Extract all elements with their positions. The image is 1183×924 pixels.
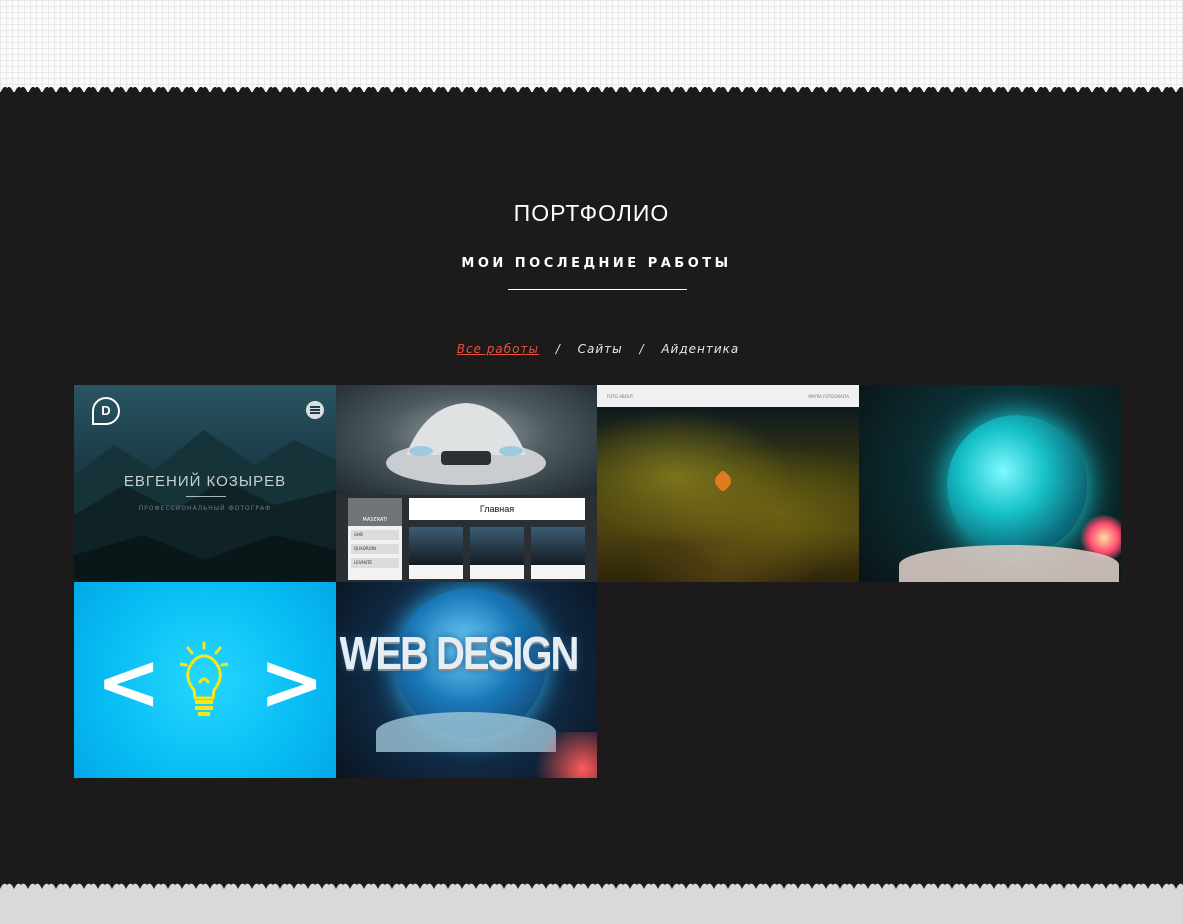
right-bracket-icon: >: [259, 638, 325, 728]
web-design-text: WEB DESIGN: [339, 628, 580, 680]
tile-divider: [186, 496, 226, 497]
menu-icon: [306, 401, 324, 419]
moss-image: [597, 407, 859, 582]
car-shape: [386, 403, 546, 485]
bottom-band: [0, 889, 1183, 924]
car-thumb: [409, 527, 463, 579]
filter-identity[interactable]: Айдентика: [661, 342, 739, 356]
zigzag-bottom-border: [0, 879, 1183, 889]
side-menu-item: LEVANTE: [351, 558, 399, 568]
filter-separator: /: [639, 342, 645, 356]
section-subtitle: МОИ ПОСЛЕДНИЕ РАБОТЫ: [461, 256, 732, 271]
site-brand: MAYRA FOTOGRAFIA: [808, 394, 849, 399]
tile-name: ЕВГЕНИЙ КОЗЫРЕВ: [123, 473, 287, 490]
lightbulb-icon: [180, 642, 228, 716]
title-divider: [508, 289, 687, 290]
filter-all[interactable]: Все работы: [457, 342, 539, 356]
portfolio-item-web-design[interactable]: WEB DESIGN: [336, 582, 597, 778]
section-title: ПОРТФОЛИО: [513, 200, 670, 226]
tile-caption: ПРОФЕССИОНАЛЬНЫЙ ФОТОГРАФ: [138, 505, 272, 512]
portfolio-item-maserati[interactable]: MASERATI GHB QUADROIN LEVANTE Главная: [336, 385, 597, 582]
left-bracket-icon: <: [96, 638, 162, 728]
car-thumb: [531, 527, 585, 579]
portfolio-item-idea[interactable]: < >: [74, 582, 336, 778]
zigzag-top-border: [0, 84, 1183, 94]
portfolio-item-photographer[interactable]: D ЕВГЕНИЙ КОЗЫРЕВ ПРОФЕССИОНАЛЬНЫЙ ФОТОГ…: [74, 385, 336, 582]
site-header-bar: FOTO ABOUT MAYRA FOTOGRAFIA: [597, 385, 859, 407]
car-image: [336, 385, 597, 495]
main-button: Главная: [409, 498, 585, 520]
side-menu: MASERATI GHB QUADROIN LEVANTE: [348, 498, 402, 580]
filter-separator: /: [555, 342, 561, 356]
car-thumb: [470, 527, 524, 579]
brand-label: MASERATI: [348, 498, 402, 526]
portfolio-filters: Все работы / Сайты / Айдентика: [0, 342, 1183, 356]
side-menu-item: QUADROIN: [351, 544, 399, 554]
side-menu-item: GHB: [351, 530, 399, 540]
site-nav: FOTO ABOUT: [607, 394, 634, 399]
logo-icon: D: [92, 397, 120, 425]
portfolio-item-photography[interactable]: FOTO ABOUT MAYRA FOTOGRAFIA: [597, 385, 859, 582]
globe-image: [947, 415, 1087, 555]
filter-sites[interactable]: Сайты: [578, 342, 623, 356]
hand-image: [899, 545, 1119, 582]
light-glow: [526, 732, 597, 778]
portfolio-item-globe[interactable]: [859, 385, 1121, 582]
